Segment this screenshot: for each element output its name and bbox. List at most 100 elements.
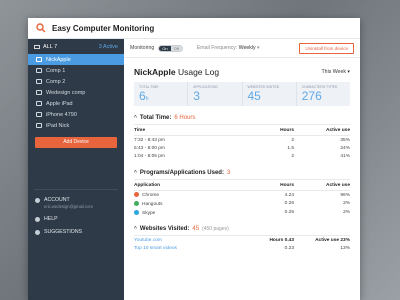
website-active: 13% bbox=[340, 246, 350, 252]
sidebar-item-label: Apple iPad bbox=[46, 100, 73, 107]
programs-section-toggle[interactable]: ^ Programs/Applications Used: 3 bbox=[134, 170, 350, 180]
column-header: Active use bbox=[294, 179, 350, 191]
sidebar-item-label: iPad Nick bbox=[46, 122, 70, 129]
account-email: eric.wedesign@gmail.com bbox=[44, 204, 93, 209]
sidebar-item-device[interactable]: iPad Nick bbox=[28, 120, 124, 131]
chevron-up-icon: ^ bbox=[134, 226, 137, 233]
column-header: Application bbox=[134, 179, 254, 191]
email-frequency-label: Email Frequency: bbox=[196, 45, 238, 51]
help-label: HELP bbox=[44, 216, 58, 222]
device-icon bbox=[36, 79, 42, 84]
table-row: 5:43 - 8:00 pm 1.5 24% bbox=[134, 144, 350, 152]
stat-value: 3 bbox=[193, 89, 200, 103]
sidebar-item-label: Comp 1 bbox=[46, 67, 66, 74]
suggestions-link[interactable]: SUGGESTIONS bbox=[28, 227, 124, 237]
active-use-cell: 24% bbox=[340, 145, 350, 151]
table-row: 1:04 - 8:05 pm 2 41% bbox=[134, 152, 350, 160]
account-link[interactable]: ACCOUNT eric.wedesign@gmail.com bbox=[28, 195, 124, 211]
programs-value: 3 bbox=[226, 169, 231, 176]
websites-section-toggle[interactable]: ^ Websites Visited: 45 (450 pages) bbox=[134, 226, 350, 237]
app-title: Easy Computer Monitoring bbox=[52, 23, 155, 33]
column-header: Time bbox=[134, 125, 254, 136]
table-row: Skype 0.25 2% bbox=[134, 208, 350, 217]
uninstall-button[interactable]: Uninstall from device bbox=[299, 42, 354, 54]
sidebar-item-device[interactable]: NickApple bbox=[28, 54, 124, 65]
application-cell: Chrome bbox=[134, 190, 254, 199]
sidebar-item-device[interactable]: iPhone 4790 bbox=[28, 109, 124, 120]
total-time-value: 6 Hours bbox=[174, 115, 196, 121]
time-range-cell: 7:32 - 8:43 pm bbox=[134, 137, 165, 143]
time-range-cell: 5:43 - 8:00 pm bbox=[134, 145, 165, 151]
table-row: Youtube.com Hours 0.43 Active use 23% bbox=[134, 236, 350, 244]
usage-header: NickApple Usage Log This Week ▾ bbox=[134, 67, 350, 77]
device-icon bbox=[36, 90, 42, 95]
websites-table: Youtube.com Hours 0.43 Active use 23% To… bbox=[134, 236, 350, 252]
monitoring-label: Monitoring bbox=[130, 45, 155, 51]
email-frequency-value: Weekly bbox=[238, 45, 256, 51]
chevron-up-icon: ^ bbox=[134, 115, 137, 121]
application-name: Hangouts bbox=[142, 201, 163, 207]
help-link[interactable]: HELP bbox=[28, 214, 124, 224]
time-range-cell: 1:04 - 8:05 pm bbox=[134, 153, 165, 159]
active-use-cell: 35% bbox=[340, 137, 350, 143]
table-row: Hangouts 0.26 2% bbox=[134, 200, 350, 209]
websites-pages: (450 pages) bbox=[202, 226, 229, 233]
website-link[interactable]: Youtube.com bbox=[134, 236, 254, 244]
stat-total-time: Total time 6h bbox=[134, 82, 189, 106]
toggle-on[interactable]: On bbox=[159, 45, 171, 51]
total-time-section-toggle[interactable]: ^ Total Time: 6 Hours bbox=[134, 115, 350, 125]
hours-cell: 4.24 bbox=[284, 192, 294, 198]
device-icon bbox=[36, 68, 42, 73]
stat-value: 45 bbox=[247, 89, 261, 103]
device-icon bbox=[36, 57, 42, 62]
main-panel: Monitoring On Off Email Frequency: Weekl… bbox=[124, 39, 360, 300]
table-row: 7:32 - 8:43 pm 2 35% bbox=[134, 136, 350, 145]
period-value: This Week bbox=[321, 69, 346, 75]
period-select[interactable]: This Week ▾ bbox=[322, 69, 350, 75]
monitoring-toggle[interactable]: On Off bbox=[158, 44, 183, 52]
account-label: ACCOUNT bbox=[44, 197, 70, 203]
sidebar-footer: ACCOUNT eric.wedesign@gmail.com HELP SUG… bbox=[28, 189, 124, 240]
sidebar: ALL 7 3 Active NickApple Comp 1 Comp 2 Wede… bbox=[28, 39, 124, 300]
sidebar-item-device[interactable]: Comp 1 bbox=[28, 65, 124, 76]
table-row: Top 10 smart videos 0.23 13% bbox=[134, 245, 350, 253]
chevron-up-icon: ^ bbox=[134, 169, 137, 176]
stat-value: 6h bbox=[139, 89, 149, 103]
hangouts-icon bbox=[134, 201, 139, 207]
hours-cell: 2 bbox=[291, 137, 294, 143]
all-devices-filter[interactable]: ALL 7 bbox=[34, 44, 57, 50]
skype-icon bbox=[134, 210, 139, 216]
application-name: Chrome bbox=[142, 192, 160, 198]
stat-characters: Characters typed 276 bbox=[297, 82, 350, 106]
websites-label: Websites Visited: bbox=[139, 226, 190, 233]
website-hours: 0.23 bbox=[284, 246, 294, 252]
active-use-cell: 2% bbox=[343, 201, 350, 207]
column-header: Hours bbox=[254, 179, 294, 191]
sidebar-item-label: NickApple bbox=[46, 56, 71, 63]
device-icon bbox=[36, 112, 42, 117]
sidebar-item-label: iPhone 4790 bbox=[46, 111, 77, 118]
monitor-icon bbox=[34, 44, 40, 49]
devices-header: ALL 7 3 Active bbox=[28, 39, 124, 54]
sidebar-item-label: Comp 2 bbox=[46, 78, 66, 85]
application-cell: Hangouts bbox=[134, 200, 254, 209]
sidebar-item-device[interactable]: Apple iPad bbox=[28, 98, 124, 109]
sidebar-item-device[interactable]: Comp 2 bbox=[28, 76, 124, 87]
suggestions-label: SUGGESTIONS bbox=[44, 229, 83, 235]
app-window: Easy Computer Monitoring ALL 7 3 Active … bbox=[28, 18, 360, 300]
device-list: NickApple Comp 1 Comp 2 Wedesign comp Apple … bbox=[28, 54, 124, 131]
website-link[interactable]: Top 10 smart videos bbox=[134, 245, 254, 253]
usage-title: NickApple Usage Log bbox=[134, 67, 219, 77]
device-icon bbox=[36, 123, 42, 128]
active-count: 3 Active bbox=[98, 44, 118, 50]
toggle-off[interactable]: Off bbox=[170, 45, 182, 51]
stat-value: 276 bbox=[301, 89, 322, 103]
stats-panel: Total time 6h Applications 3 Websites vi… bbox=[134, 82, 350, 106]
email-frequency[interactable]: Email Frequency: Weekly ▾ bbox=[197, 45, 260, 51]
hours-cell: 1.5 bbox=[287, 145, 294, 151]
hours-cell: 0.25 bbox=[284, 210, 294, 216]
chrome-icon bbox=[134, 192, 139, 198]
sidebar-item-device[interactable]: Wedesign comp bbox=[28, 87, 124, 98]
total-time-label: Total Time: bbox=[139, 115, 172, 121]
add-device-button[interactable]: Add Device bbox=[35, 137, 117, 148]
